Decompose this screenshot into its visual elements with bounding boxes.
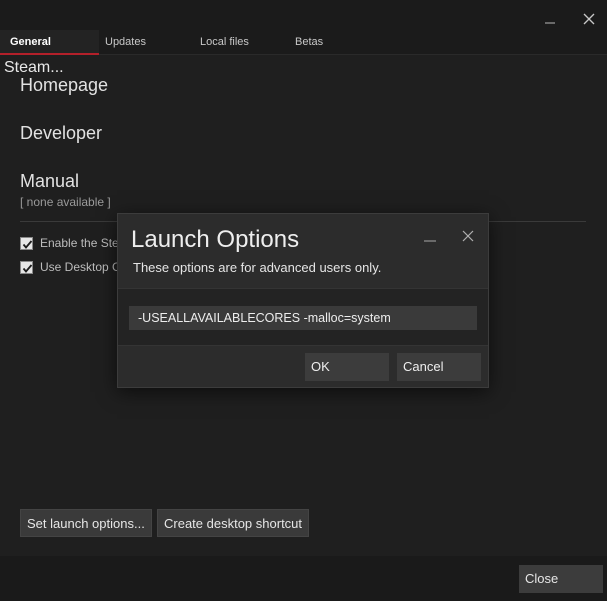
footer-bar: Close (0, 556, 607, 601)
close-icon[interactable] (578, 8, 600, 30)
close-button[interactable]: Close (519, 565, 603, 593)
dialog-close-icon[interactable] (458, 226, 478, 246)
desktop-theatre-checkbox[interactable] (20, 260, 33, 274)
tab-updates[interactable]: Updates (95, 30, 185, 55)
launch-options-input[interactable] (129, 306, 477, 330)
dialog-title: Launch Options (131, 226, 300, 253)
manual-status: [ none available ] (20, 195, 111, 209)
title-bar (0, 0, 607, 30)
homepage-link[interactable]: Homepage (20, 75, 108, 96)
overlay-checkbox[interactable] (20, 236, 33, 250)
tab-general[interactable]: General (0, 30, 99, 55)
create-desktop-shortcut-button[interactable]: Create desktop shortcut (157, 509, 310, 537)
dialog-input-area (118, 288, 488, 346)
set-launch-options-button[interactable]: Set launch options... (20, 509, 152, 537)
tab-betas[interactable]: Betas (285, 30, 375, 55)
developer-link[interactable]: Developer (20, 123, 102, 144)
dialog-minimize-icon[interactable] (420, 226, 440, 246)
minimize-icon[interactable] (539, 8, 561, 30)
game-properties-window: General Updates Local files Betas Steam.… (0, 0, 607, 601)
launch-options-dialog: Launch Options These options are for adv… (117, 213, 489, 388)
ok-button[interactable]: OK (305, 353, 389, 381)
tab-bar: General Updates Local files Betas (0, 30, 607, 55)
tab-local-files[interactable]: Local files (190, 30, 280, 55)
dialog-subtitle: These options are for advanced users onl… (133, 260, 382, 275)
manual-label: Manual (20, 171, 80, 191)
cancel-button[interactable]: Cancel (397, 353, 481, 381)
